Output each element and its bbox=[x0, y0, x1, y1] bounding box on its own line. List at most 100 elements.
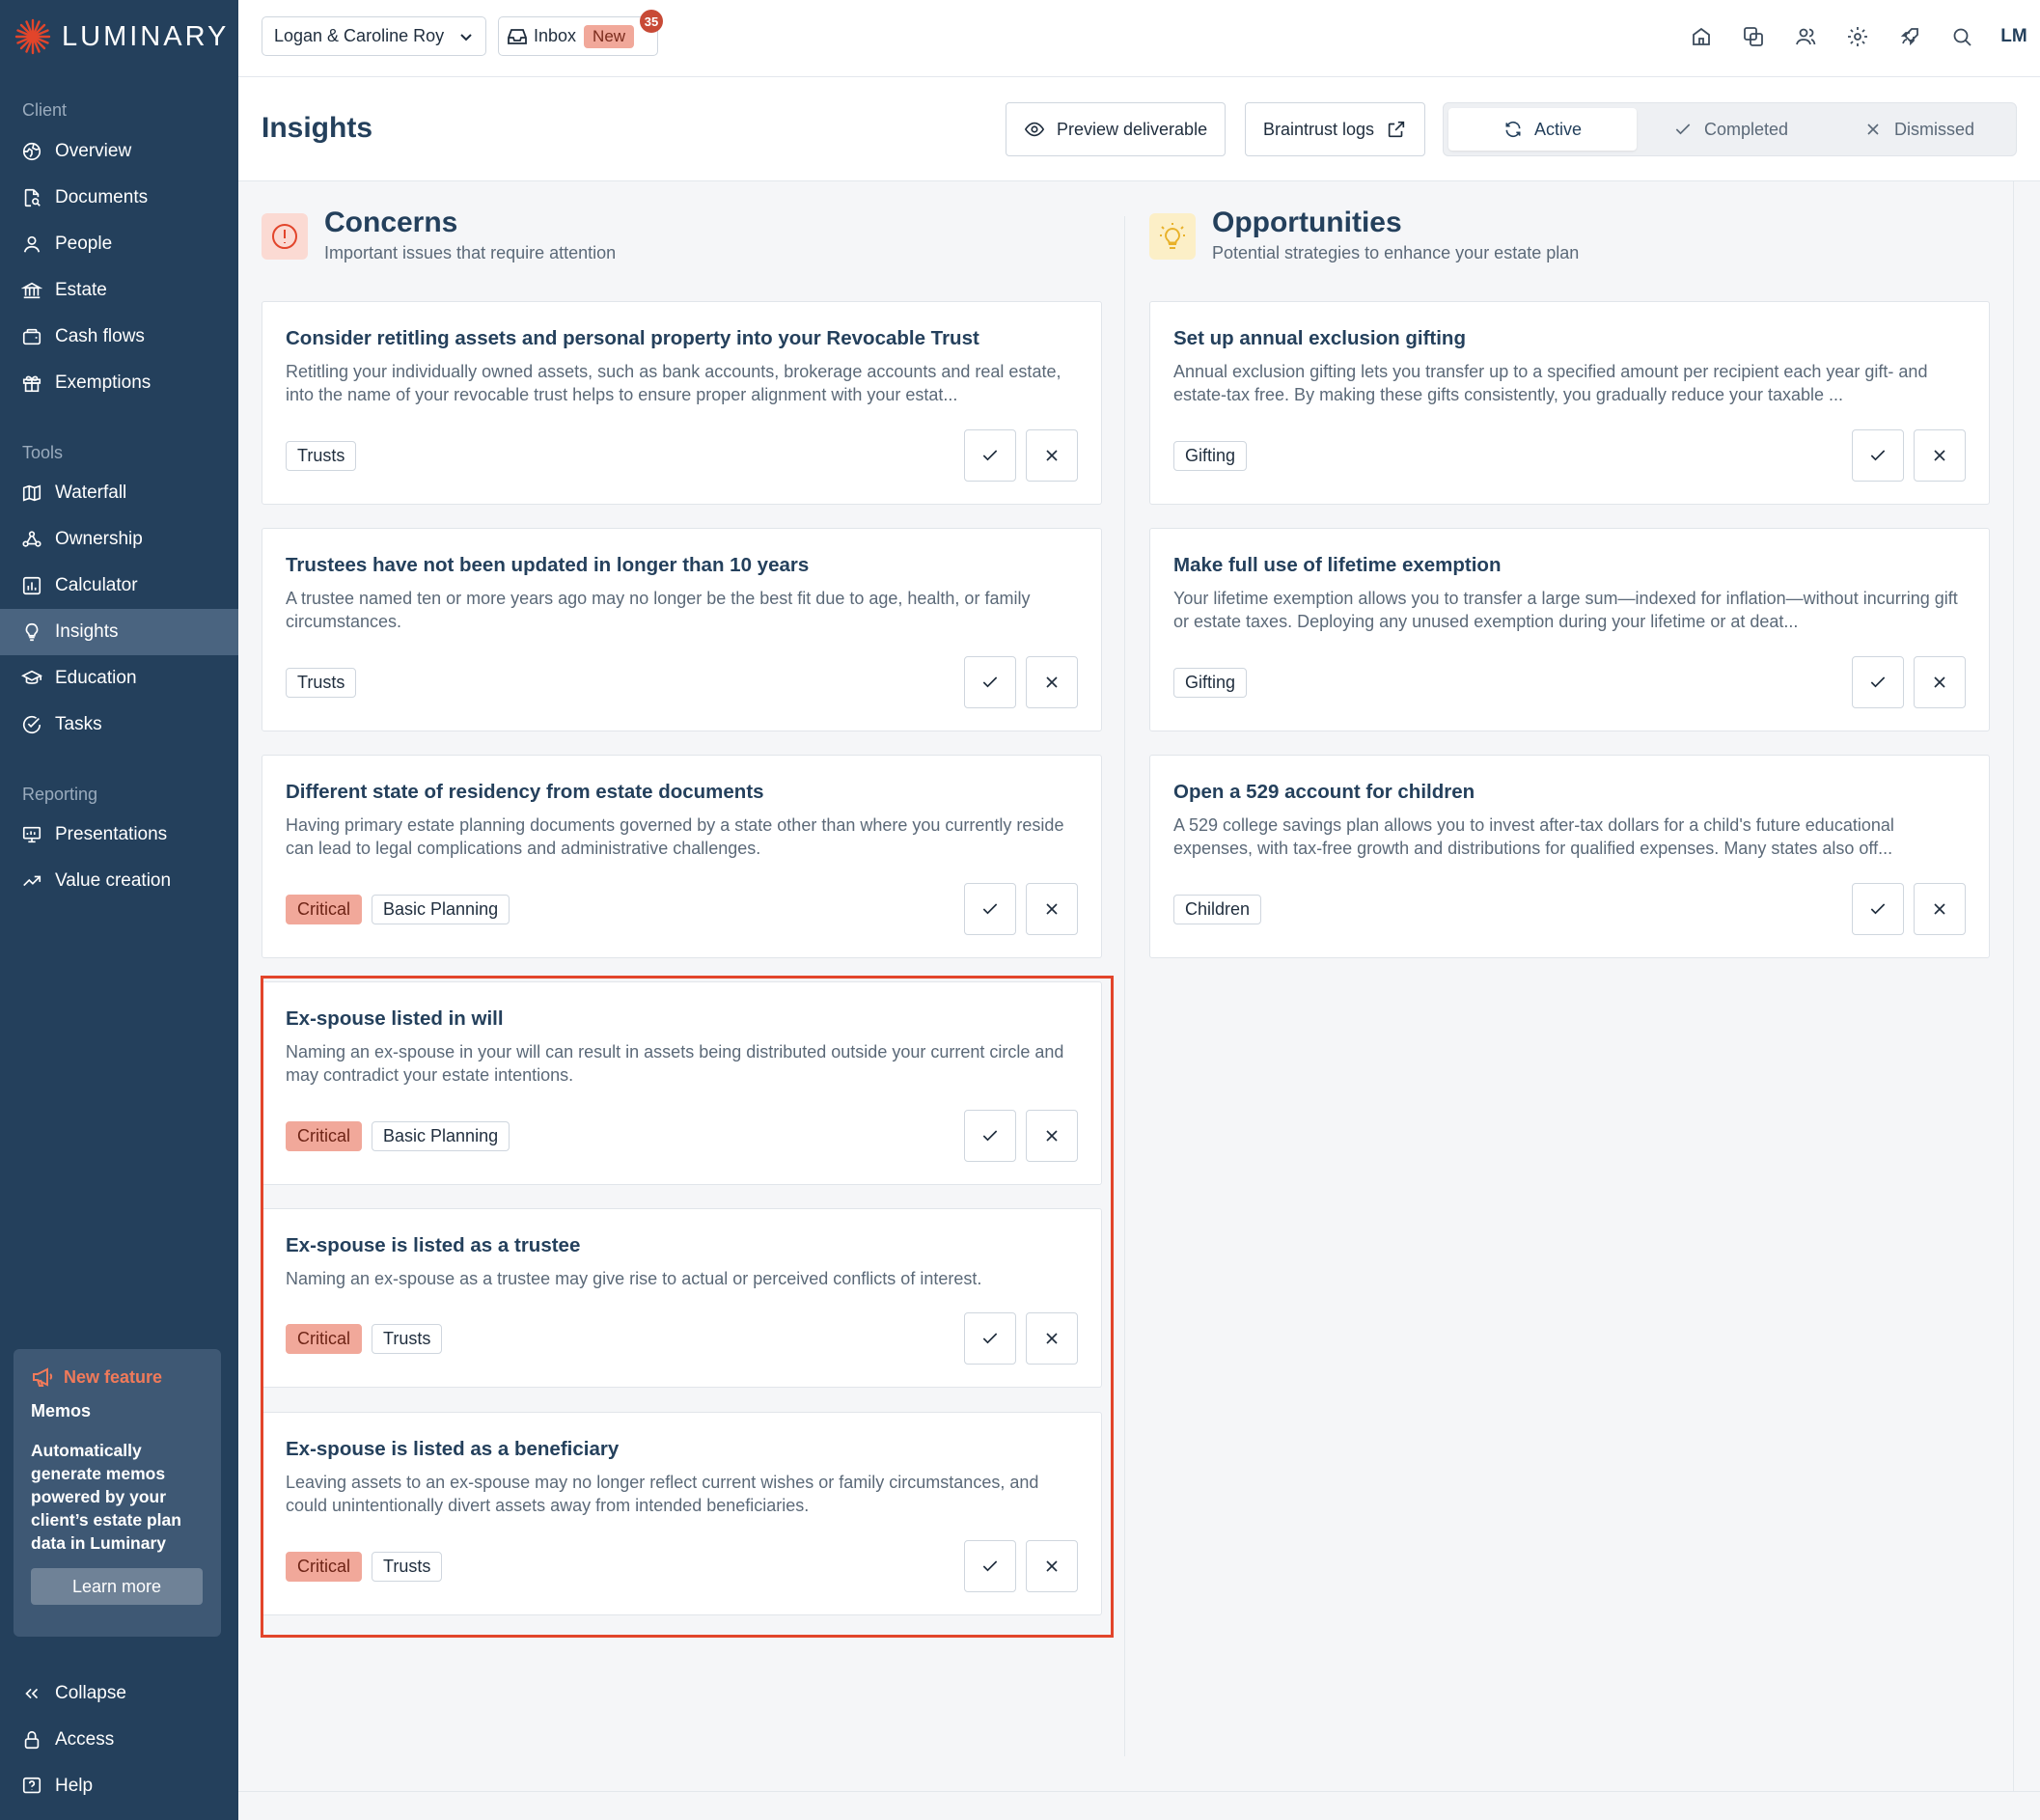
sidebar: LUMINARY Client Overview Documents Peopl… bbox=[0, 0, 238, 1820]
sidebar-item-label: Ownership bbox=[55, 529, 143, 549]
luminary-logo[interactable]: LUMINARY bbox=[14, 17, 229, 56]
sidebar-item-insights[interactable]: Insights bbox=[0, 609, 238, 655]
sidebar-item-estate[interactable]: Estate bbox=[0, 267, 238, 314]
sidebar-collapse[interactable]: Collapse bbox=[0, 1670, 238, 1717]
external-link-icon bbox=[1388, 121, 1405, 138]
person-icon bbox=[23, 235, 41, 253]
concern-card[interactable]: Trustees have not been updated in longer… bbox=[262, 528, 1102, 731]
card-description: Annual exclusion gifting lets you transf… bbox=[1173, 362, 1928, 404]
concern-card[interactable]: Ex-spouse is listed as a beneficiary Lea… bbox=[262, 1412, 1102, 1615]
dismiss-button[interactable] bbox=[1026, 1110, 1078, 1162]
globe-icon bbox=[22, 142, 41, 161]
search-button[interactable] bbox=[1936, 17, 1988, 56]
gift-icon bbox=[22, 375, 41, 393]
user-avatar[interactable]: LM bbox=[1988, 17, 2040, 56]
complete-button[interactable] bbox=[964, 883, 1016, 935]
dismiss-button[interactable] bbox=[1026, 429, 1078, 482]
client-selector[interactable]: Logan & Caroline Roy bbox=[262, 16, 486, 56]
tab-dismissed[interactable]: Dismissed bbox=[1825, 108, 2013, 151]
wallet-icon bbox=[22, 328, 41, 345]
launch-button[interactable] bbox=[1884, 17, 1936, 56]
users-button[interactable] bbox=[1779, 17, 1832, 56]
check-icon bbox=[1675, 124, 1691, 135]
dismiss-button[interactable] bbox=[1026, 883, 1078, 935]
lightbulb-icon bbox=[1160, 223, 1185, 249]
complete-button[interactable] bbox=[1852, 883, 1904, 935]
opportunities-subtitle: Potential strategies to enhance your est… bbox=[1212, 243, 1580, 262]
settings-button[interactable] bbox=[1832, 17, 1884, 56]
complete-button[interactable] bbox=[1852, 656, 1904, 708]
rocket-icon bbox=[1900, 28, 1918, 46]
sidebar-item-cash-flows[interactable]: Cash flows bbox=[0, 314, 238, 360]
complete-button[interactable] bbox=[964, 1110, 1016, 1162]
complete-button[interactable] bbox=[964, 1312, 1016, 1365]
sidebar-item-ownership[interactable]: Ownership bbox=[0, 516, 238, 563]
check-icon bbox=[982, 1560, 998, 1572]
sidebar-item-label: Help bbox=[55, 1776, 94, 1796]
card-title: Different state of residency from estate… bbox=[286, 781, 764, 803]
card-tags: Critical Basic Planning bbox=[286, 895, 510, 924]
critical-tag: Critical bbox=[286, 895, 363, 924]
sidebar-item-overview[interactable]: Overview bbox=[0, 128, 238, 175]
bar-chart-icon bbox=[22, 576, 41, 595]
sidebar-item-label: Calculator bbox=[55, 575, 138, 595]
dismiss-button[interactable] bbox=[1914, 656, 1966, 708]
dismiss-button[interactable] bbox=[1914, 429, 1966, 482]
complete-button[interactable] bbox=[1852, 429, 1904, 482]
brand-name: LUMINARY bbox=[62, 20, 230, 52]
dismiss-button[interactable] bbox=[1026, 656, 1078, 708]
concern-card[interactable]: Consider retitling assets and personal p… bbox=[262, 301, 1102, 505]
tag: Trusts bbox=[286, 441, 357, 471]
check-icon bbox=[1870, 450, 1886, 461]
layers-button[interactable] bbox=[1727, 17, 1779, 56]
sidebar-item-label: Estate bbox=[55, 280, 107, 300]
concern-card[interactable]: Ex-spouse is listed as a trustee Naming … bbox=[262, 1208, 1102, 1388]
sidebar-item-exemptions[interactable]: Exemptions bbox=[0, 360, 238, 406]
complete-button[interactable] bbox=[964, 429, 1016, 482]
close-icon bbox=[1934, 903, 1945, 915]
complete-button[interactable] bbox=[964, 1540, 1016, 1592]
home-button[interactable] bbox=[1675, 17, 1727, 56]
tag: Trusts bbox=[372, 1552, 443, 1582]
sidebar-item-value-creation[interactable]: Value creation bbox=[0, 858, 238, 904]
sidebar-item-waterfall[interactable]: Waterfall bbox=[0, 470, 238, 516]
tab-completed[interactable]: Completed bbox=[1637, 108, 1825, 151]
sidebar-item-documents[interactable]: Documents bbox=[0, 175, 238, 221]
tab-active[interactable]: Active bbox=[1448, 108, 1637, 151]
learn-more-button[interactable]: Learn more bbox=[31, 1568, 203, 1605]
card-description: Your lifetime exemption allows you to tr… bbox=[1173, 589, 1958, 631]
alert-circle-icon bbox=[272, 224, 297, 249]
sidebar-item-people[interactable]: People bbox=[0, 221, 238, 267]
insights-content: Concerns Important issues that require a… bbox=[238, 181, 2014, 1791]
dismiss-button[interactable] bbox=[1026, 1540, 1078, 1592]
tag: Basic Planning bbox=[372, 895, 510, 924]
card-title: Set up annual exclusion gifting bbox=[1173, 327, 1466, 349]
sidebar-item-label: Tasks bbox=[55, 714, 102, 734]
opportunity-card[interactable]: Set up annual exclusion gifting Annual e… bbox=[1149, 301, 1990, 505]
sidebar-access[interactable]: Access bbox=[0, 1717, 238, 1763]
concern-card[interactable]: Ex-spouse listed in will Naming an ex-sp… bbox=[262, 981, 1102, 1185]
chevron-down-icon bbox=[460, 33, 472, 41]
chevrons-left-icon bbox=[25, 1688, 39, 1699]
card-tags: Trusts bbox=[286, 668, 357, 698]
opportunity-card[interactable]: Open a 529 account for children A 529 co… bbox=[1149, 755, 1990, 958]
opportunity-card[interactable]: Make full use of lifetime exemption Your… bbox=[1149, 528, 1990, 731]
check-icon bbox=[982, 1333, 998, 1344]
concern-card[interactable]: Different state of residency from estate… bbox=[262, 755, 1102, 958]
critical-tag: Critical bbox=[286, 1552, 363, 1582]
sidebar-item-tasks[interactable]: Tasks bbox=[0, 702, 238, 748]
complete-button[interactable] bbox=[964, 656, 1016, 708]
sidebar-item-education[interactable]: Education bbox=[0, 655, 238, 702]
sidebar-item-presentations[interactable]: Presentations bbox=[0, 812, 238, 858]
inbox-button[interactable]: Inbox New bbox=[498, 16, 658, 56]
braintrust-logs-button[interactable]: Braintrust logs bbox=[1245, 102, 1426, 156]
concerns-subtitle: Important issues that require attention bbox=[324, 243, 617, 262]
sidebar-item-calculator[interactable]: Calculator bbox=[0, 563, 238, 609]
dismiss-button[interactable] bbox=[1026, 1312, 1078, 1365]
sidebar-help[interactable]: Help bbox=[0, 1763, 238, 1809]
critical-tag: Critical bbox=[286, 1121, 363, 1151]
card-description: Retitling your individually owned assets… bbox=[286, 362, 1061, 404]
dismiss-button[interactable] bbox=[1914, 883, 1966, 935]
preview-deliverable-button[interactable]: Preview deliverable bbox=[1006, 102, 1227, 156]
sidebar-item-label: Exemptions bbox=[55, 372, 152, 393]
